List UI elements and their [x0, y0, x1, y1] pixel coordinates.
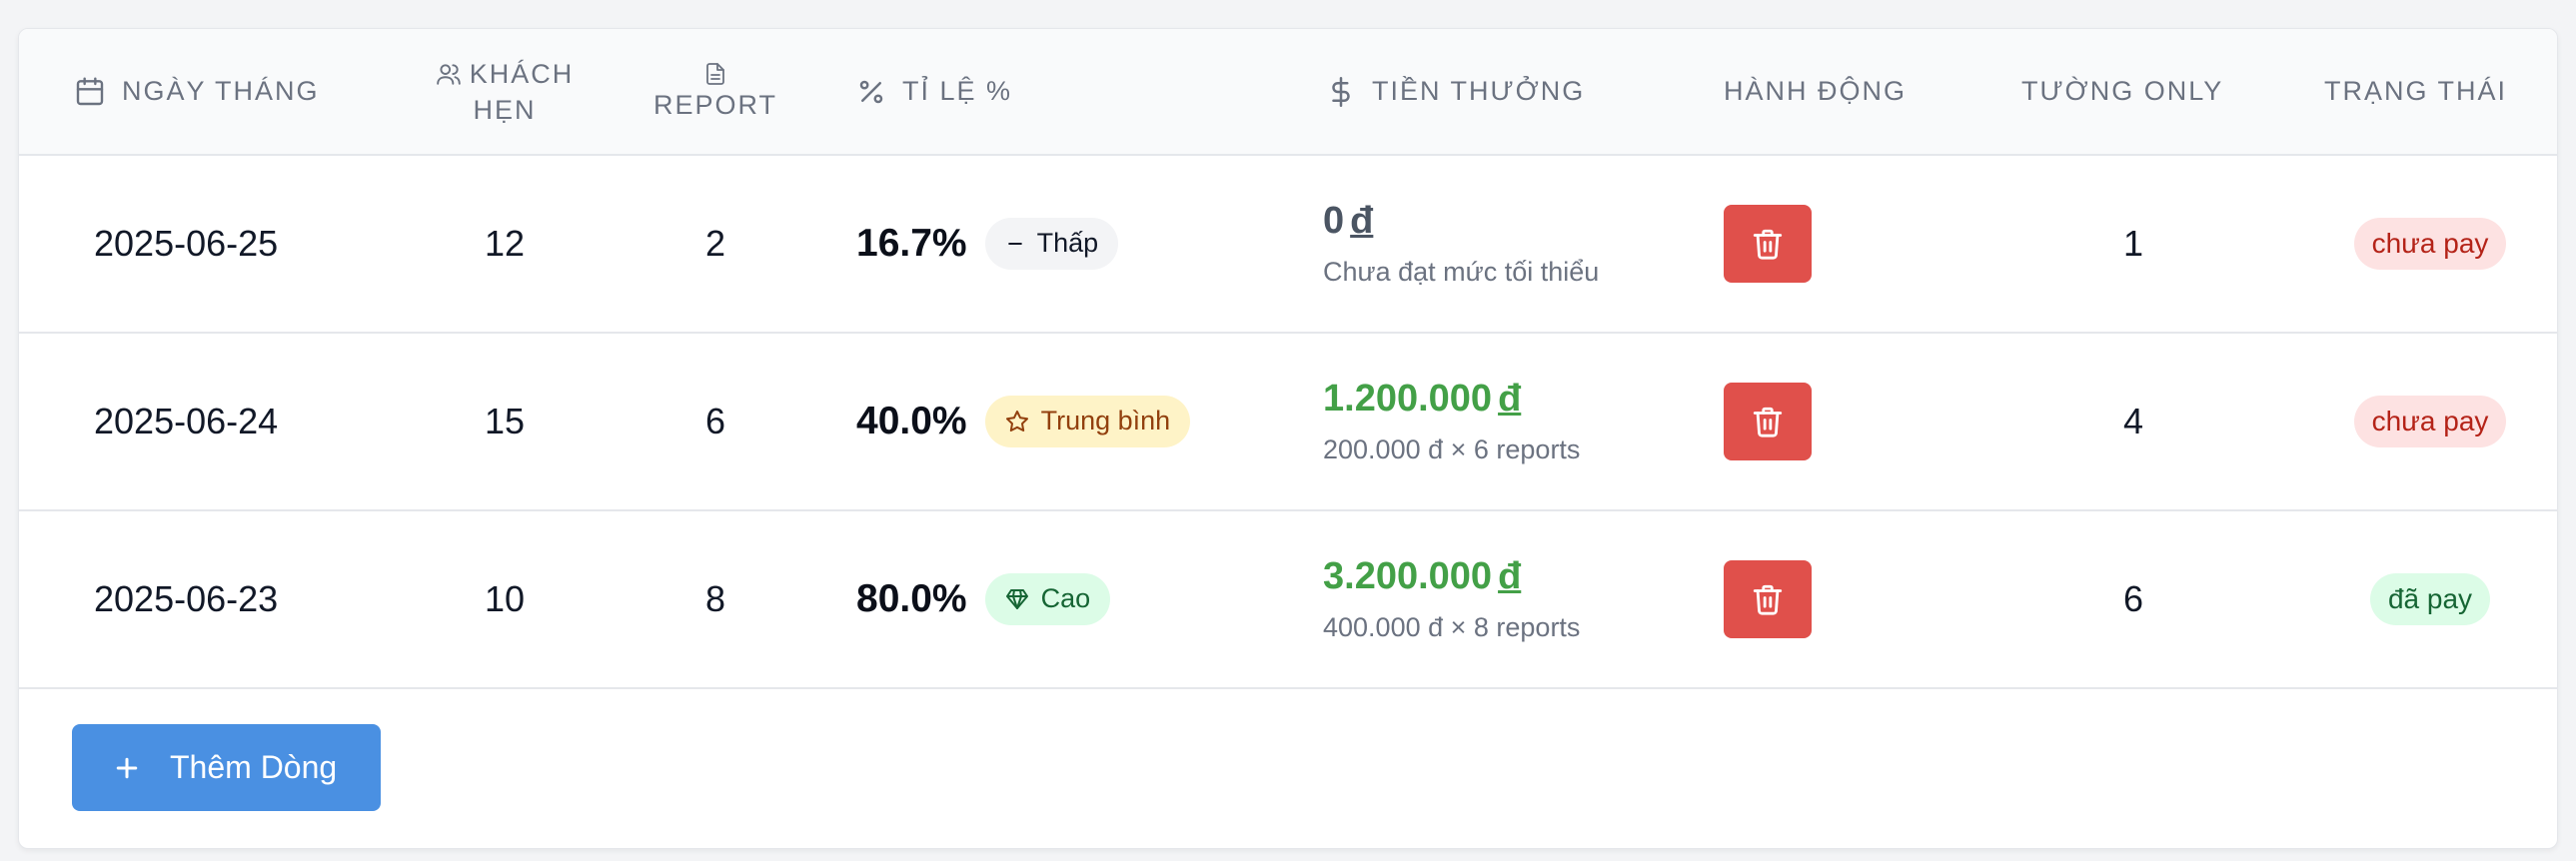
level-badge: Trung bình [984, 395, 1191, 447]
delete-row-button[interactable] [1724, 382, 1812, 460]
header-bonus: Tiền Thưởng [1326, 29, 1585, 154]
header-bonus-label: Tiền Thưởng [1372, 76, 1586, 106]
status-badge: chưa pay [2353, 395, 2507, 447]
bonus-currency: đ [1350, 199, 1374, 242]
guests-cell: 10 [484, 577, 526, 619]
reports-cell: 6 [704, 400, 726, 441]
bonus-note: 200.000 đ × 6 reports [1323, 433, 1581, 464]
delete-row-button[interactable] [1724, 204, 1812, 283]
header-rate-label: Tỉ Lệ % [902, 76, 1013, 106]
level-label: Trung bình [1040, 406, 1171, 435]
bonus-currency: đ [1498, 554, 1522, 597]
add-row-button[interactable]: Thêm Dòng [72, 724, 381, 811]
plus-icon [112, 753, 142, 783]
date-cell: 2025-06-24 [94, 400, 279, 441]
trash-icon [1753, 229, 1783, 260]
level-badge: Cao [984, 572, 1111, 625]
rate-cell: 16.7% Thấp [856, 155, 1119, 332]
users-icon [436, 63, 461, 85]
tuong-only-cell: 1 [2122, 222, 2144, 264]
rate-cell: 80.0% Cao [856, 510, 1111, 687]
trash-icon [1753, 584, 1783, 615]
table-header: Ngày Tháng Khách Hẹn [19, 29, 2557, 156]
rate-value: 16.7% [856, 221, 967, 265]
bonus-amount-value: 1.200.000 [1323, 377, 1493, 420]
bonus-cell: 0đ Chưa đạt mức tối thiểu [1323, 155, 1599, 332]
tuong-only-cell: 4 [2122, 400, 2144, 441]
bonus-currency: đ [1498, 377, 1522, 420]
header-action: Hành Động [1724, 29, 1907, 154]
header-action-label: Hành Động [1724, 76, 1908, 106]
date-cell: 2025-06-23 [94, 577, 279, 619]
level-label: Cao [1040, 583, 1091, 613]
commission-table-card: Ngày Tháng Khách Hẹn [18, 28, 2558, 849]
date-cell: 2025-06-25 [94, 222, 279, 264]
header-guests: Khách Hẹn [415, 29, 595, 154]
action-cell [1724, 333, 1812, 509]
table-row: 2025-06-24 15 6 40.0% Trung bình 1.200.0… [19, 333, 2557, 511]
bonus-note: Chưa đạt mức tối thiểu [1323, 256, 1600, 287]
header-date-label: Ngày Tháng [122, 76, 320, 106]
header-report: Report [634, 29, 797, 154]
rate-cell: 40.0% Trung bình [856, 333, 1191, 509]
calendar-icon [76, 76, 104, 105]
bonus-amount: 3.200.000 đ [1323, 555, 1580, 598]
star-icon [1005, 410, 1028, 431]
status-badge: đã pay [2369, 572, 2491, 625]
header-status-label: Trạng Thái [2324, 76, 2508, 106]
add-row-label: Thêm Dòng [170, 749, 338, 785]
header-status: Trạng Thái [2324, 29, 2507, 154]
level-badge: Thấp [984, 217, 1119, 270]
table-row: 2025-06-25 12 2 16.7% Thấp 0đ Chưa đạt m… [19, 155, 2557, 334]
header-guests-label-line2: Hẹn [473, 94, 537, 125]
guests-cell: 12 [484, 222, 526, 264]
action-cell [1724, 510, 1812, 687]
bonus-cell: 3.200.000 đ 400.000 đ × 8 reports [1323, 510, 1580, 687]
header-tuong-only: Tường Only [2021, 29, 2223, 154]
header-guests-label: Khách [469, 58, 575, 89]
header-report-label: Report [652, 89, 778, 120]
bonus-amount-value: 0 [1323, 199, 1345, 242]
percent-icon [859, 80, 883, 103]
delete-row-button[interactable] [1724, 559, 1812, 638]
header-date: Ngày Tháng [74, 29, 320, 154]
bonus-note: 400.000 đ × 8 reports [1323, 611, 1581, 642]
rate-value: 40.0% [856, 399, 967, 442]
bonus-cell: 1.200.000 đ 200.000 đ × 6 reports [1323, 333, 1580, 509]
header-tuong-only-label: Tường Only [2021, 76, 2224, 106]
status-cell: chưa pay [2317, 333, 2543, 509]
reports-cell: 8 [704, 577, 726, 619]
table-row: 2025-06-23 10 8 80.0% Cao 3.200.000 đ 400… [19, 510, 2557, 689]
minus-icon [1007, 242, 1022, 245]
dollar-icon [1332, 76, 1350, 107]
guests-cell: 15 [484, 400, 526, 441]
bonus-amount: 0đ [1323, 200, 1599, 243]
trash-icon [1753, 407, 1783, 437]
reports-cell: 2 [704, 222, 726, 264]
bonus-amount-value: 3.200.000 [1323, 554, 1493, 597]
tuong-only-cell: 6 [2122, 577, 2144, 619]
status-cell: đã pay [2317, 510, 2543, 687]
status-cell: chưa pay [2317, 155, 2543, 332]
header-rate: Tỉ Lệ % [856, 29, 1012, 154]
diamond-icon [1005, 588, 1028, 609]
document-icon [706, 62, 724, 85]
status-badge: chưa pay [2353, 217, 2507, 270]
action-cell [1724, 155, 1812, 332]
rate-value: 80.0% [856, 576, 967, 620]
level-label: Thấp [1036, 228, 1099, 258]
bonus-amount: 1.200.000 đ [1323, 378, 1580, 421]
